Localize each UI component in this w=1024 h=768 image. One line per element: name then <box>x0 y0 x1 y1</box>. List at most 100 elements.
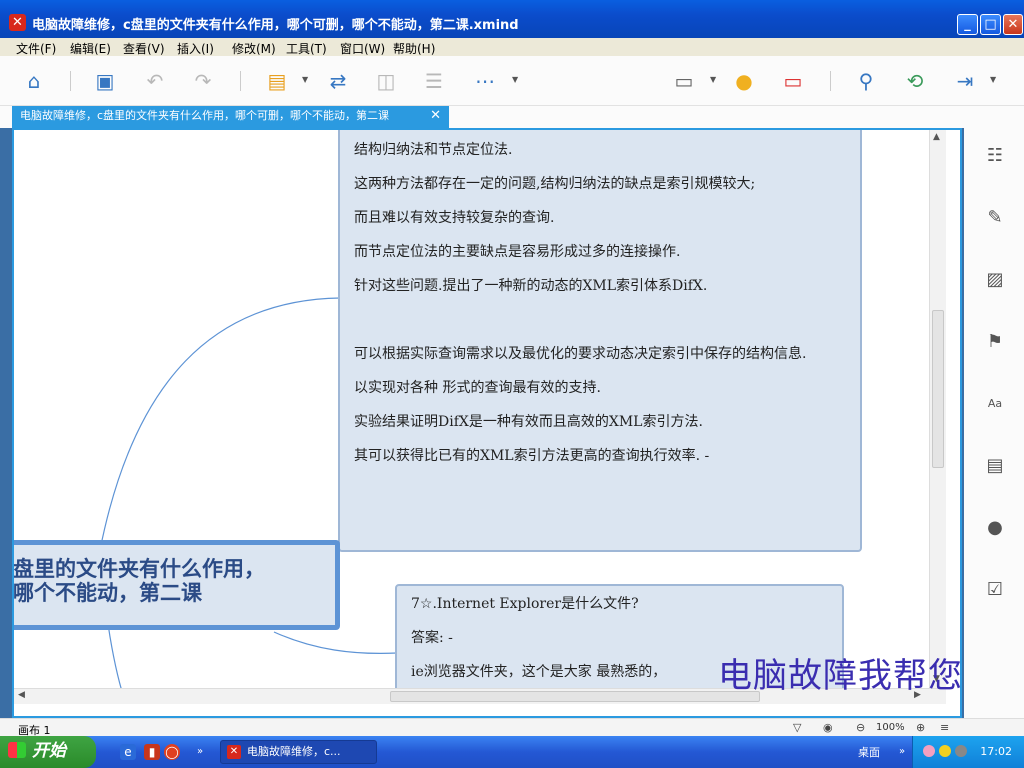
summary-icon[interactable]: ☰ <box>421 68 447 94</box>
menu-window[interactable]: 窗口(W) <box>340 40 385 57</box>
system-tray: 17:02 <box>912 736 1024 768</box>
start-label: 开始 <box>32 741 66 761</box>
tray-app-icon[interactable] <box>955 745 967 757</box>
zoom-in-icon[interactable]: ⊕ <box>916 721 925 734</box>
save-icon[interactable]: ▣ <box>92 68 118 94</box>
close-icon[interactable]: ✕ <box>430 106 441 126</box>
menu-file[interactable]: 文件(F) <box>16 40 56 57</box>
chevron-down-icon[interactable]: ▼ <box>710 75 716 84</box>
toolbar: ⌂ ▣ ↶ ↷ ▤ ▼ ⇄ ◫ ☰ ⋯ ▼ ▭ ▼ ● ▭ ⚲ ⟲ ⇥ ▼ <box>0 56 1024 106</box>
filter-icon[interactable]: ▽ <box>793 721 801 734</box>
taskbar-item-label: 电脑故障维修，c... <box>247 745 341 758</box>
redo-icon[interactable]: ↷ <box>190 68 216 94</box>
chevron-down-icon[interactable]: ▼ <box>512 75 518 84</box>
menu-edit[interactable]: 编辑(E) <box>70 40 111 57</box>
export-icon[interactable]: ⇥ <box>952 68 978 94</box>
xmind-x-icon: ✕ <box>227 745 241 759</box>
clock: 17:02 <box>980 745 1012 758</box>
menu-modify[interactable]: 修改(M) <box>232 40 276 57</box>
menu-bar: 文件(F) 编辑(E) 查看(V) 插入(I) 修改(M) 工具(T) 窗口(W… <box>0 38 1024 56</box>
vertical-scrollbar[interactable]: ▲ ▼ <box>929 130 946 704</box>
topic-line: 而节点定位法的主要缺点是容易形成过多的连接操作. <box>354 244 681 260</box>
relationship-icon[interactable]: ⇄ <box>325 68 351 94</box>
menu-tools[interactable]: 工具(T) <box>286 40 327 57</box>
topic-line: 可以根据实际查询需求以及最优化的要求动态决定索引中保存的结构信息. <box>354 346 807 362</box>
menu-help[interactable]: 帮助(H) <box>393 40 435 57</box>
menu-view[interactable]: 查看(V) <box>123 40 165 57</box>
close-button[interactable]: ✕ <box>1003 14 1023 35</box>
share-icon[interactable]: ⟲ <box>902 68 928 94</box>
text-style-icon[interactable]: Aa <box>984 392 1006 414</box>
chevron-right-icon[interactable]: » <box>192 744 208 760</box>
topic-line: 针对这些问题.提出了一种新的动态的XML索引体系DifX. <box>354 278 708 294</box>
notes-icon[interactable]: ▤ <box>984 454 1006 476</box>
title-bar: ✕ 电脑故障维修，c盘里的文件夹有什么作用，哪个可删，哪个不能动，第二课.xmi… <box>0 0 1024 38</box>
minimize-button[interactable]: _ <box>957 14 978 35</box>
status-bar: 画布 1 ▽ ◉ ⊖ 100% ⊕ ≡ <box>0 718 1024 737</box>
horizontal-scroll-thumb[interactable] <box>390 691 760 702</box>
tray-flower-icon[interactable] <box>923 745 935 757</box>
topic-line: 结构归纳法和节点定位法. <box>354 142 513 158</box>
marker-flag-icon[interactable]: ⚑ <box>984 330 1006 352</box>
topic-line: 7☆.Internet Explorer是什么文件? <box>411 596 639 612</box>
toolbar-separator <box>830 71 831 91</box>
more-icon[interactable]: ⋯ <box>472 68 498 94</box>
topic-line: 答案: - <box>411 630 453 646</box>
central-topic[interactable]: 盘里的文件夹有什么作用， 哪个不能动，第二课 <box>14 540 340 630</box>
task-clipboard-icon[interactable]: ☑ <box>984 578 1006 600</box>
topic-icon[interactable]: ▤ <box>264 68 290 94</box>
chevron-down-icon[interactable]: ▼ <box>990 75 996 84</box>
mindmap-canvas[interactable]: 中于该研究已有的XML数据索引方法从实现思想上可分为两类, 结构归纳法和节点定位… <box>14 130 946 704</box>
presentation-icon[interactable]: ▭ <box>671 68 697 94</box>
topic-line <box>354 312 846 328</box>
tab-document[interactable]: 电脑故障维修，c盘里的文件夹有什么作用，哪个可删，哪个不能动，第二课 ✕ <box>12 106 449 128</box>
watermark-text: 电脑故障我帮您 <box>718 656 963 696</box>
browser-quicklaunch-icon[interactable]: ◯ <box>164 744 180 760</box>
outline-icon[interactable]: ☷ <box>984 144 1006 166</box>
boundary-icon[interactable]: ◫ <box>373 68 399 94</box>
menu-lines-icon[interactable]: ≡ <box>940 721 949 734</box>
connector-line <box>273 631 398 654</box>
vertical-scroll-thumb[interactable] <box>932 310 944 468</box>
central-topic-line: 盘里的文件夹有什么作用， <box>14 556 265 581</box>
comment-icon[interactable]: ● <box>984 516 1006 538</box>
topic-line: 而且难以有效支持较复杂的查询. <box>354 210 555 226</box>
taskbar: 开始 e ▮ ◯ » ✕ 电脑故障维修，c... 桌面 » 17:02 <box>0 736 1024 768</box>
chevron-right-icon[interactable]: » <box>894 744 910 760</box>
menu-insert[interactable]: 插入(I) <box>177 40 214 57</box>
desktop-toolbar-label[interactable]: 桌面 <box>858 744 880 760</box>
toolbar-separator <box>240 71 241 91</box>
search-icon[interactable]: ⚲ <box>853 68 879 94</box>
topic-xml-index[interactable]: 中于该研究已有的XML数据索引方法从实现思想上可分为两类, 结构归纳法和节点定位… <box>338 130 862 552</box>
connector-line <box>99 297 341 551</box>
app-quicklaunch-icon[interactable]: ▮ <box>144 744 160 760</box>
topic-line: 这两种方法都存在一定的问题,结构归纳法的缺点是索引规模较大; <box>354 176 756 192</box>
xmind-x-icon: ✕ <box>9 14 26 31</box>
format-brush-icon[interactable]: ✎ <box>984 206 1006 228</box>
mindmap-canvas-frame: 中于该研究已有的XML数据索引方法从实现思想上可分为两类, 结构归纳法和节点定位… <box>12 128 962 718</box>
window-title: 电脑故障维修，c盘里的文件夹有什么作用，哪个可删，哪个不能动，第二课.xmind <box>32 18 519 33</box>
chevron-down-icon[interactable]: ▼ <box>302 75 308 84</box>
maximize-button[interactable]: □ <box>980 14 1001 35</box>
tab-bar: 电脑故障维修，c盘里的文件夹有什么作用，哪个可删，哪个不能动，第二课 ✕ <box>0 106 1024 128</box>
tab-label: 电脑故障维修，c盘里的文件夹有什么作用，哪个可删，哪个不能动，第二课 <box>20 109 390 122</box>
central-topic-line: 哪个不能动，第二课 <box>14 580 202 605</box>
ie-quicklaunch-icon[interactable]: e <box>120 744 136 760</box>
scroll-left-icon[interactable]: ◀ <box>18 690 25 700</box>
start-button[interactable]: 开始 <box>0 736 96 768</box>
eye-icon[interactable]: ◉ <box>823 721 833 734</box>
zoom-out-icon[interactable]: ⊖ <box>856 721 865 734</box>
topic-line: 实验结果证明DifX是一种有效而且高效的XML索引方法. <box>354 414 703 430</box>
undo-icon[interactable]: ↶ <box>142 68 168 94</box>
taskbar-item-xmind[interactable]: ✕ 电脑故障维修，c... <box>220 740 377 764</box>
topic-line: 以实现对各种 形式的查询最有效的支持. <box>354 380 601 396</box>
toolbar-separator <box>70 71 71 91</box>
gantt-icon[interactable]: ▭ <box>780 68 806 94</box>
scroll-up-icon[interactable]: ▲ <box>933 132 940 142</box>
idea-icon[interactable]: ● <box>731 68 757 94</box>
tray-plus-icon[interactable] <box>939 745 951 757</box>
image-icon[interactable]: ▨ <box>984 268 1006 290</box>
home-icon[interactable]: ⌂ <box>21 68 47 94</box>
right-panel: ☷ ✎ ▨ ⚑ Aa ▤ ● ☑ <box>964 128 1024 718</box>
windows-logo-icon <box>8 742 26 758</box>
